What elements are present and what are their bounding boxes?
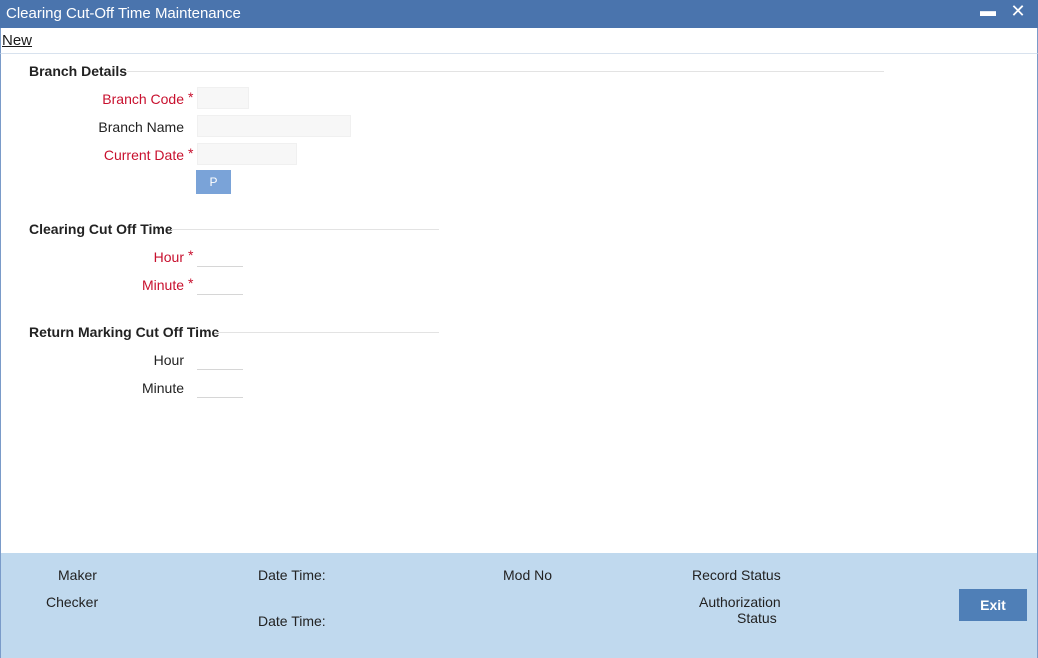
clearing-minute-required-marker: * xyxy=(188,275,194,291)
current-date-required-marker: * xyxy=(188,145,194,161)
clearing-minute-label: Minute xyxy=(141,277,184,293)
window-title: Clearing Cut-Off Time Maintenance xyxy=(6,5,241,22)
new-link[interactable]: New xyxy=(2,32,32,49)
branch-name-input[interactable] xyxy=(197,115,351,137)
minimize-icon[interactable]: ▬ xyxy=(980,2,996,22)
clearing-hour-label: Hour xyxy=(153,249,184,265)
branch-details-divider xyxy=(127,71,884,72)
clearing-cut-off-title: Clearing Cut Off Time xyxy=(29,221,173,237)
record-status-label: Record Status xyxy=(692,567,781,583)
toolbar: New xyxy=(0,28,1038,53)
clearing-cut-off-divider xyxy=(171,229,439,230)
return-minute-input[interactable] xyxy=(197,376,243,398)
populate-button[interactable]: P xyxy=(196,170,231,194)
mod-no-label: Mod No xyxy=(503,567,553,583)
branch-code-input[interactable] xyxy=(197,87,249,109)
clearing-hour-input[interactable] xyxy=(197,245,243,267)
title-bar: Clearing Cut-Off Time Maintenance ▬ ✕ xyxy=(0,0,1038,28)
current-date-input[interactable] xyxy=(197,143,297,165)
current-date-label: Current Date xyxy=(103,147,184,163)
clearing-hour-required-marker: * xyxy=(188,247,194,263)
return-hour-label: Hour xyxy=(153,352,184,368)
checker-date-time-label: Date Time: xyxy=(258,613,326,629)
form-body: Branch Details Branch Code * Branch Name… xyxy=(0,53,1038,553)
exit-button[interactable]: Exit xyxy=(959,589,1027,621)
branch-code-label: Branch Code xyxy=(102,91,184,107)
branch-name-label: Branch Name xyxy=(98,119,184,135)
authorization-status-label: Status xyxy=(737,610,777,626)
return-marking-cut-off-title: Return Marking Cut Off Time xyxy=(29,324,220,340)
branch-details-title: Branch Details xyxy=(29,63,128,79)
branch-code-required-marker: * xyxy=(188,89,194,105)
authorization-label: Authorization xyxy=(699,594,781,610)
close-icon[interactable]: ✕ xyxy=(1008,0,1028,22)
checker-label: Checker xyxy=(46,594,99,610)
return-marking-divider xyxy=(214,332,439,333)
maker-date-time-label: Date Time: xyxy=(258,567,326,583)
clearing-minute-input[interactable] xyxy=(197,273,243,295)
maker-label: Maker xyxy=(58,567,97,583)
return-hour-input[interactable] xyxy=(197,348,243,370)
audit-footer: Maker Checker Date Time: Date Time: Mod … xyxy=(0,553,1038,658)
return-minute-label: Minute xyxy=(141,380,184,396)
